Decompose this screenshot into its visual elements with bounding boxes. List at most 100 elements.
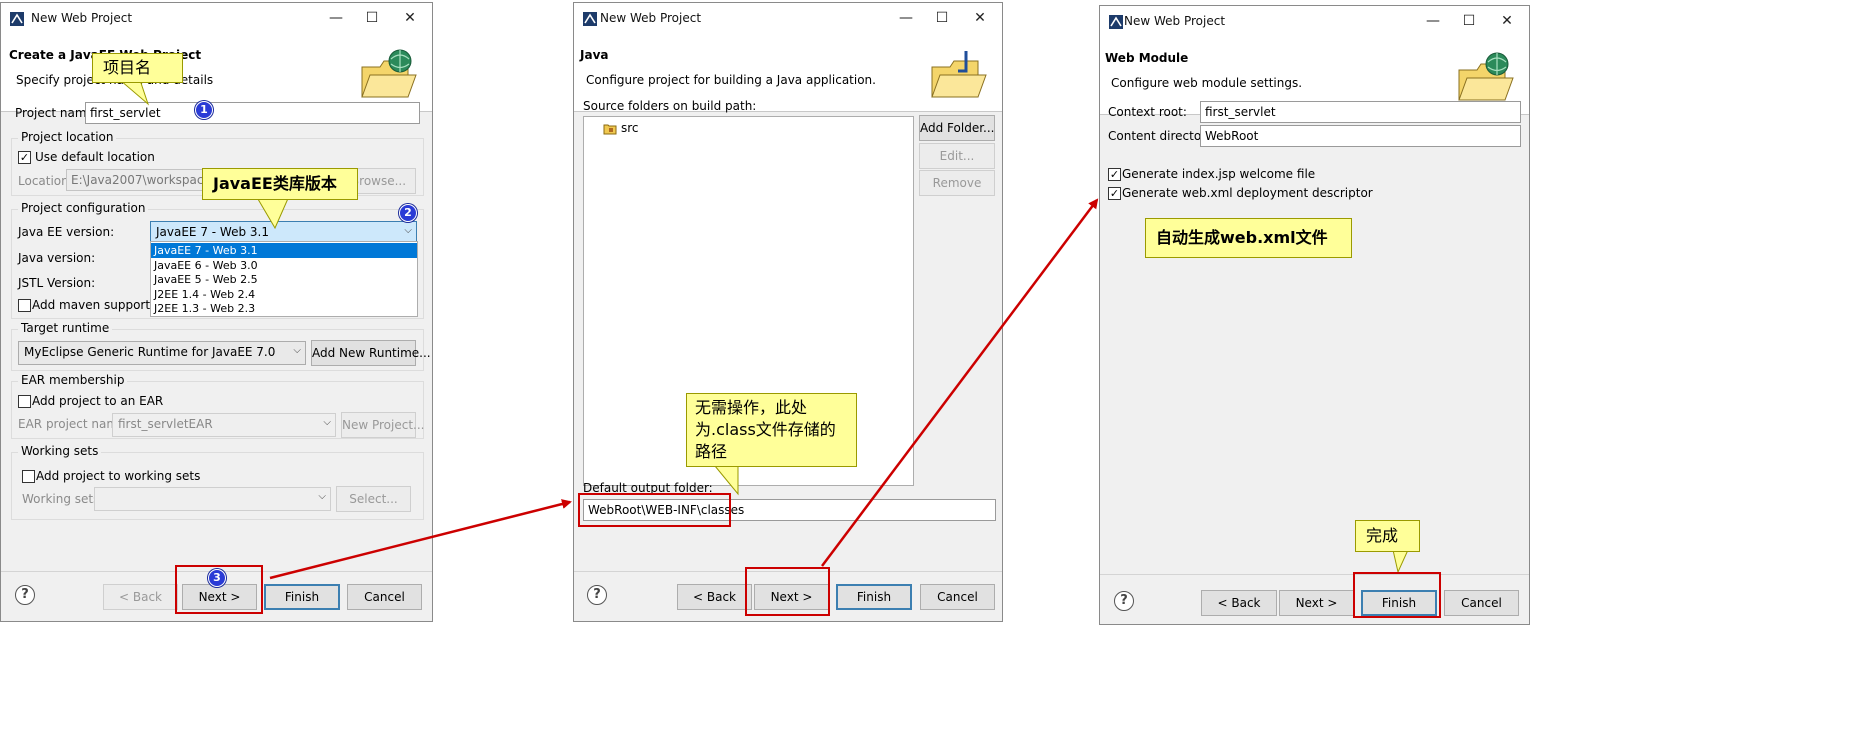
- back-button[interactable]: < Back: [677, 584, 752, 610]
- working-sets-label: Working sets:: [22, 492, 104, 506]
- callout-javaee-version: JavaEE类库版本: [202, 168, 358, 200]
- generate-web-xml-label: Generate web.xml deployment descriptor: [1122, 186, 1373, 200]
- remove-button[interactable]: Remove: [919, 170, 995, 196]
- web-module-folder-icon: [1458, 52, 1514, 101]
- group-title: Project location: [18, 130, 117, 144]
- next-button[interactable]: Next >: [1279, 590, 1354, 616]
- dropdown-option[interactable]: J2EE 1.3 - Web 2.3: [151, 301, 417, 316]
- context-root-input[interactable]: first_servlet: [1200, 101, 1521, 123]
- finish-button[interactable]: Finish: [836, 584, 912, 610]
- close-button[interactable]: ✕: [392, 7, 428, 29]
- add-to-ear-checkbox[interactable]: [18, 395, 31, 408]
- add-to-ear-label: Add project to an EAR: [32, 394, 164, 408]
- javaee-version-label: Java EE version:: [18, 225, 115, 239]
- highlight-finish-button: [1353, 572, 1441, 618]
- select-button[interactable]: Select...: [336, 486, 411, 512]
- use-default-location-checkbox[interactable]: ✓: [18, 151, 31, 164]
- maximize-button[interactable]: ☐: [354, 7, 390, 29]
- target-runtime-select[interactable]: MyEclipse Generic Runtime for JavaEE 7.0…: [18, 341, 306, 365]
- back-button[interactable]: < Back: [103, 584, 178, 610]
- window-title: New Web Project: [1124, 14, 1226, 28]
- callout-webxml: 自动生成web.xml文件: [1145, 218, 1352, 258]
- content-directory-input[interactable]: WebRoot: [1200, 125, 1521, 147]
- dropdown-option[interactable]: J2EE 1.4 - Web 2.4: [151, 287, 417, 302]
- web-project-folder-icon: [361, 49, 417, 98]
- ear-project-name-value: first_servletEAR: [118, 417, 213, 431]
- target-runtime-value: MyEclipse Generic Runtime for JavaEE 7.0: [24, 345, 276, 359]
- project-name-input[interactable]: first_servlet: [85, 102, 420, 124]
- callout-finish: 完成: [1355, 520, 1420, 552]
- dropdown-option[interactable]: JavaEE 5 - Web 2.5: [151, 272, 417, 287]
- add-to-working-sets-label: Add project to working sets: [36, 469, 201, 483]
- new-web-project-window-2: New Web Project — ☐ ✕ Java Configure pro…: [573, 2, 1003, 622]
- group-title: Working sets: [18, 444, 102, 458]
- edit-button[interactable]: Edit...: [919, 143, 995, 169]
- dropdown-option[interactable]: JavaEE 6 - Web 3.0: [151, 258, 417, 273]
- generate-index-jsp-label: Generate index.jsp welcome file: [1122, 167, 1316, 181]
- new-web-project-window-1: New Web Project — ☐ ✕ Create a JavaEE We…: [0, 2, 433, 622]
- add-folder-button[interactable]: Add Folder...: [919, 115, 995, 141]
- finish-button[interactable]: Finish: [264, 584, 340, 610]
- add-new-runtime-button[interactable]: Add New Runtime...: [311, 340, 431, 366]
- title-bar[interactable]: New Web Project — ☐ ✕: [1100, 6, 1529, 36]
- title-bar[interactable]: New Web Project — ☐ ✕: [1, 3, 432, 33]
- new-project-button[interactable]: New Project...: [341, 412, 425, 438]
- myeclipse-app-icon: [1109, 15, 1123, 29]
- chevron-down-icon: ⌵: [404, 225, 412, 236]
- generate-index-jsp-checkbox[interactable]: ✓: [1108, 168, 1121, 181]
- myeclipse-app-icon: [10, 12, 24, 26]
- step-marker-3: 3: [208, 569, 226, 587]
- ear-project-name-select[interactable]: first_servletEAR ⌵: [112, 413, 336, 437]
- jstl-version-label: JSTL Version:: [18, 276, 96, 290]
- minimize-button[interactable]: —: [888, 7, 924, 29]
- highlight-next-button-2: [745, 567, 830, 616]
- back-button[interactable]: < Back: [1201, 590, 1277, 616]
- chevron-down-icon: ⌵: [323, 417, 331, 428]
- myeclipse-app-icon: [583, 12, 597, 26]
- window-title: New Web Project: [31, 11, 133, 25]
- page-title: Java: [580, 48, 609, 62]
- cancel-button[interactable]: Cancel: [920, 584, 995, 610]
- cancel-button[interactable]: Cancel: [347, 584, 422, 610]
- src-tree-item[interactable]: src: [621, 121, 639, 135]
- add-maven-checkbox[interactable]: [18, 299, 31, 312]
- add-to-working-sets-checkbox[interactable]: [22, 470, 35, 483]
- step-marker-1: 1: [195, 101, 213, 119]
- page-title: Web Module: [1105, 51, 1189, 65]
- group-title: EAR membership: [18, 373, 128, 387]
- minimize-button[interactable]: —: [318, 7, 354, 29]
- highlight-output-folder: [578, 493, 731, 527]
- cancel-button[interactable]: Cancel: [1444, 590, 1519, 616]
- step-marker-2: 2: [399, 204, 417, 222]
- maximize-button[interactable]: ☐: [924, 7, 960, 29]
- maximize-button[interactable]: ☐: [1451, 10, 1487, 32]
- close-button[interactable]: ✕: [1489, 10, 1525, 32]
- new-web-project-window-3: New Web Project — ☐ ✕ Web Module Configu…: [1099, 5, 1530, 625]
- use-default-location-label: Use default location: [35, 150, 155, 164]
- add-maven-label: Add maven support: [32, 298, 151, 312]
- generate-web-xml-checkbox[interactable]: ✓: [1108, 187, 1121, 200]
- context-root-label: Context root:: [1108, 105, 1187, 119]
- close-button[interactable]: ✕: [962, 7, 998, 29]
- group-title: Target runtime: [18, 321, 113, 335]
- title-bar[interactable]: New Web Project — ☐ ✕: [574, 3, 1002, 33]
- minimize-button[interactable]: —: [1415, 10, 1451, 32]
- javaee-version-dropdown-list[interactable]: JavaEE 7 - Web 3.1 JavaEE 6 - Web 3.0 Ja…: [150, 241, 418, 317]
- help-icon[interactable]: ?: [1114, 591, 1134, 611]
- help-icon[interactable]: ?: [587, 585, 607, 605]
- callout-project-name: 项目名: [92, 53, 183, 83]
- callout-output-path: 无需操作，此处为.class文件存储的路径: [686, 393, 857, 467]
- working-sets-select[interactable]: ⌵: [94, 487, 331, 511]
- window-title: New Web Project: [600, 11, 702, 25]
- help-icon[interactable]: ?: [15, 585, 35, 605]
- java-version-label: Java version:: [18, 251, 96, 265]
- page-description: Configure web module settings.: [1111, 76, 1303, 90]
- dropdown-option[interactable]: JavaEE 7 - Web 3.1: [151, 243, 417, 258]
- footer-divider: [1100, 574, 1529, 575]
- wizard-header: Create a JavaEE Web Project Specify proj…: [1, 33, 432, 112]
- javaee-version-value: JavaEE 7 - Web 3.1: [156, 225, 269, 239]
- chevron-down-icon: ⌵: [318, 491, 326, 502]
- page-description: Configure project for building a Java ap…: [586, 73, 876, 87]
- location-label: Location:: [18, 174, 73, 188]
- java-folder-icon: [931, 51, 987, 98]
